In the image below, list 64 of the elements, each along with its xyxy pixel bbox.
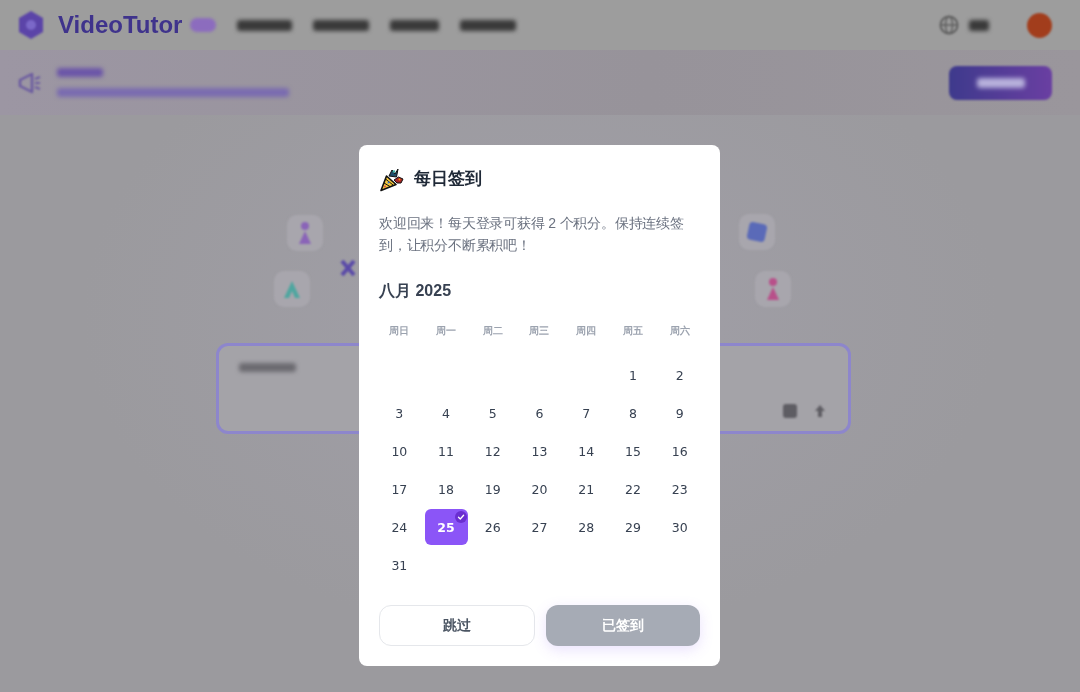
calendar-day[interactable]: 26	[471, 509, 515, 545]
calendar-day[interactable]: 30	[658, 509, 702, 545]
globe-icon[interactable]	[939, 15, 959, 35]
calendar-day[interactable]: 27	[518, 509, 561, 545]
calendar-day[interactable]: 31	[377, 547, 421, 583]
dialog-title: 每日签到	[414, 168, 482, 190]
calendar-day[interactable]: 14	[564, 433, 608, 469]
blurred-nav-link[interactable]	[237, 19, 293, 31]
weekday-label: 周三	[529, 324, 550, 338]
calendar-day[interactable]: 16	[658, 433, 702, 469]
megaphone-icon	[18, 71, 42, 94]
calendar-day[interactable]: 25	[424, 509, 468, 545]
calendar-day[interactable]: 22	[611, 471, 655, 507]
weekday-label: 周二	[482, 324, 503, 338]
calendar-day[interactable]: 10	[377, 433, 421, 469]
calendar-day[interactable]: 18	[424, 471, 468, 507]
calendar-day[interactable]: 13	[518, 433, 561, 469]
user-avatar[interactable]	[1027, 12, 1052, 38]
calendar-day[interactable]: 1	[611, 357, 655, 393]
brand-name: VideoTutor	[58, 11, 183, 39]
calendar-day[interactable]: 11	[424, 433, 468, 469]
calendar-day[interactable]: 17	[377, 471, 421, 507]
weekday-label: 周四	[576, 324, 597, 338]
weekday-label: 周一	[436, 324, 457, 338]
calendar-day[interactable]: 6	[518, 395, 561, 431]
calendar-day[interactable]: 12	[471, 433, 515, 469]
cross-shape-icon	[340, 259, 356, 277]
letter-tile-icon	[274, 271, 310, 307]
calendar-day[interactable]: 15	[611, 433, 655, 469]
calendar-day[interactable]: 19	[471, 471, 515, 507]
calendar-day[interactable]: 3	[377, 395, 421, 431]
calendar-day[interactable]: 2	[658, 357, 702, 393]
blurred-placeholder-text	[239, 363, 296, 372]
calendar-day[interactable]: 20	[518, 471, 561, 507]
party-popper-icon	[379, 166, 405, 192]
weekday-label: 周日	[389, 324, 410, 338]
blurred-nav-link[interactable]	[313, 19, 370, 31]
brand-tag	[190, 18, 217, 32]
calendar-day[interactable]: 7	[564, 395, 608, 431]
blurred-banner-button[interactable]	[949, 65, 1052, 100]
dialog-message: 欢迎回来！每天登录可获得 2 个积分。保持连续签到，让积分不断累积吧！	[379, 214, 685, 255]
figure-tile-icon	[287, 215, 323, 251]
figure-tile-icon	[755, 271, 791, 307]
calendar-day[interactable]: 5	[471, 395, 515, 431]
arrow-up-icon[interactable]	[812, 403, 828, 419]
image-icon[interactable]	[782, 403, 798, 419]
calendar-day[interactable]: 29	[611, 509, 655, 545]
skip-button[interactable]: 跳过	[379, 605, 535, 646]
logo-icon	[16, 10, 46, 40]
calendar-day[interactable]: 8	[611, 395, 655, 431]
month-label: 八月 2025	[379, 281, 453, 301]
blurred-language-label[interactable]	[969, 19, 989, 31]
blurred-banner-title	[57, 68, 103, 77]
blurred-nav-link[interactable]	[390, 19, 440, 31]
weekday-label: 周六	[669, 324, 690, 338]
calendar-day[interactable]: 21	[564, 471, 608, 507]
square-tile-icon	[739, 214, 775, 250]
calendar-day[interactable]: 24	[377, 509, 421, 545]
calendar-day[interactable]: 28	[564, 509, 608, 545]
calendar-day[interactable]: 23	[658, 471, 702, 507]
weekday-label: 周五	[622, 324, 643, 338]
calendar-day[interactable]: 9	[658, 395, 702, 431]
blurred-nav-link[interactable]	[460, 19, 517, 31]
calendar-day[interactable]: 4	[424, 395, 468, 431]
